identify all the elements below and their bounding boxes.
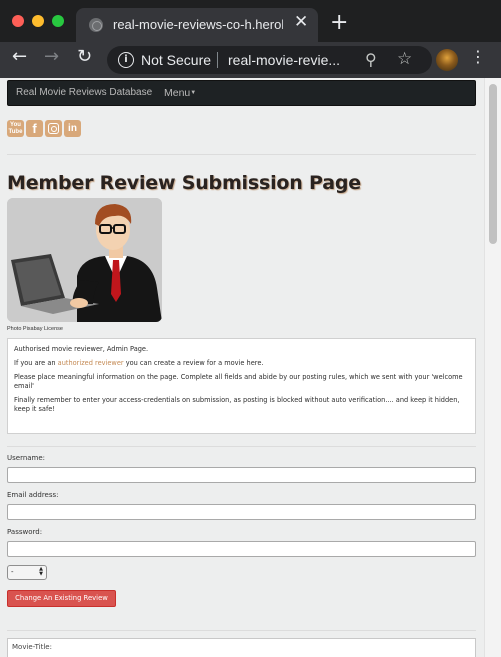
username-label: Username:: [7, 454, 46, 462]
security-indicator[interactable]: Not Secure: [141, 52, 211, 68]
movie-title-label: Movie-Title:: [12, 643, 52, 651]
info-line-4: Finally remember to enter your access-cr…: [14, 396, 460, 413]
authorized-reviewer-link[interactable]: authorized reviewer: [58, 359, 124, 367]
select-value: -: [11, 568, 14, 576]
email-label: Email address:: [7, 491, 59, 499]
password-input[interactable]: [7, 541, 476, 557]
new-tab-button[interactable]: +: [330, 12, 348, 34]
info-line-2: If you are an authorized reviewer you ca…: [14, 359, 264, 367]
tab-title: real-movie-reviews-co-h.herokuapp: [113, 17, 283, 32]
instagram-icon[interactable]: [45, 120, 62, 137]
caret-down-icon: ▼: [190, 90, 197, 96]
menu-label: Menu: [164, 87, 191, 99]
reviewer-illustration: [7, 198, 162, 322]
close-window-button[interactable]: [12, 15, 24, 27]
password-label: Password:: [7, 528, 43, 536]
menu-dropdown[interactable]: Menu▼: [164, 87, 196, 99]
browser-titlebar: real-movie-reviews-co-h.herokuapp ✕ +: [0, 0, 501, 42]
movie-title-field[interactable]: Movie-Title:: [7, 638, 476, 657]
page-viewport: Real Movie Reviews Database Menu▼ You Tu…: [0, 78, 501, 657]
profile-avatar[interactable]: [436, 49, 458, 71]
photo-caption: Photo Pixabay License: [7, 326, 63, 332]
divider: [7, 630, 476, 631]
facebook-icon[interactable]: f: [26, 120, 43, 137]
info-panel: Authorised movie reviewer, Admin Page. I…: [7, 338, 476, 434]
review-select[interactable]: - ▲ ▼: [7, 565, 47, 580]
back-icon[interactable]: ←: [12, 48, 27, 66]
star-icon[interactable]: ☆: [397, 49, 412, 69]
globe-icon: [89, 18, 103, 32]
social-links: You Tube f in: [7, 120, 81, 138]
change-existing-review-button[interactable]: Change An Existing Review: [7, 590, 116, 607]
scroll-thumb[interactable]: [489, 84, 497, 244]
maximize-window-button[interactable]: [52, 15, 64, 27]
linkedin-icon[interactable]: in: [64, 120, 81, 137]
reload-icon[interactable]: ↻: [77, 48, 92, 66]
close-tab-icon[interactable]: ✕: [294, 14, 308, 31]
site-navbar: Real Movie Reviews Database Menu▼: [7, 80, 476, 106]
divider: [7, 154, 476, 155]
forward-icon[interactable]: →: [44, 48, 59, 66]
select-arrows-icon: ▲ ▼: [39, 566, 43, 577]
menu-icon[interactable]: ⋮: [470, 49, 486, 65]
divider: [7, 446, 476, 447]
url-text[interactable]: real-movie-revie...: [228, 52, 340, 68]
username-input[interactable]: [7, 467, 476, 483]
youtube-icon[interactable]: You Tube: [7, 120, 24, 137]
page-title: Member Review Submission Page: [7, 172, 361, 194]
email-input[interactable]: [7, 504, 476, 520]
info-line-3: Please place meaningful information on t…: [14, 373, 463, 390]
info-icon[interactable]: i: [118, 52, 134, 68]
omnibox-divider: [217, 52, 218, 68]
page-scrollbar[interactable]: [484, 78, 501, 657]
zoom-icon[interactable]: ⚲: [365, 50, 377, 69]
address-bar[interactable]: i Not Secure real-movie-revie... ⚲ ☆: [107, 46, 432, 74]
minimize-window-button[interactable]: [32, 15, 44, 27]
browser-toolbar: ← → ↻ i Not Secure real-movie-revie... ⚲…: [0, 42, 501, 78]
info-line-1: Authorised movie reviewer, Admin Page.: [14, 345, 149, 353]
browser-tab[interactable]: real-movie-reviews-co-h.herokuapp ✕: [76, 8, 318, 42]
site-brand[interactable]: Real Movie Reviews Database: [16, 87, 152, 98]
